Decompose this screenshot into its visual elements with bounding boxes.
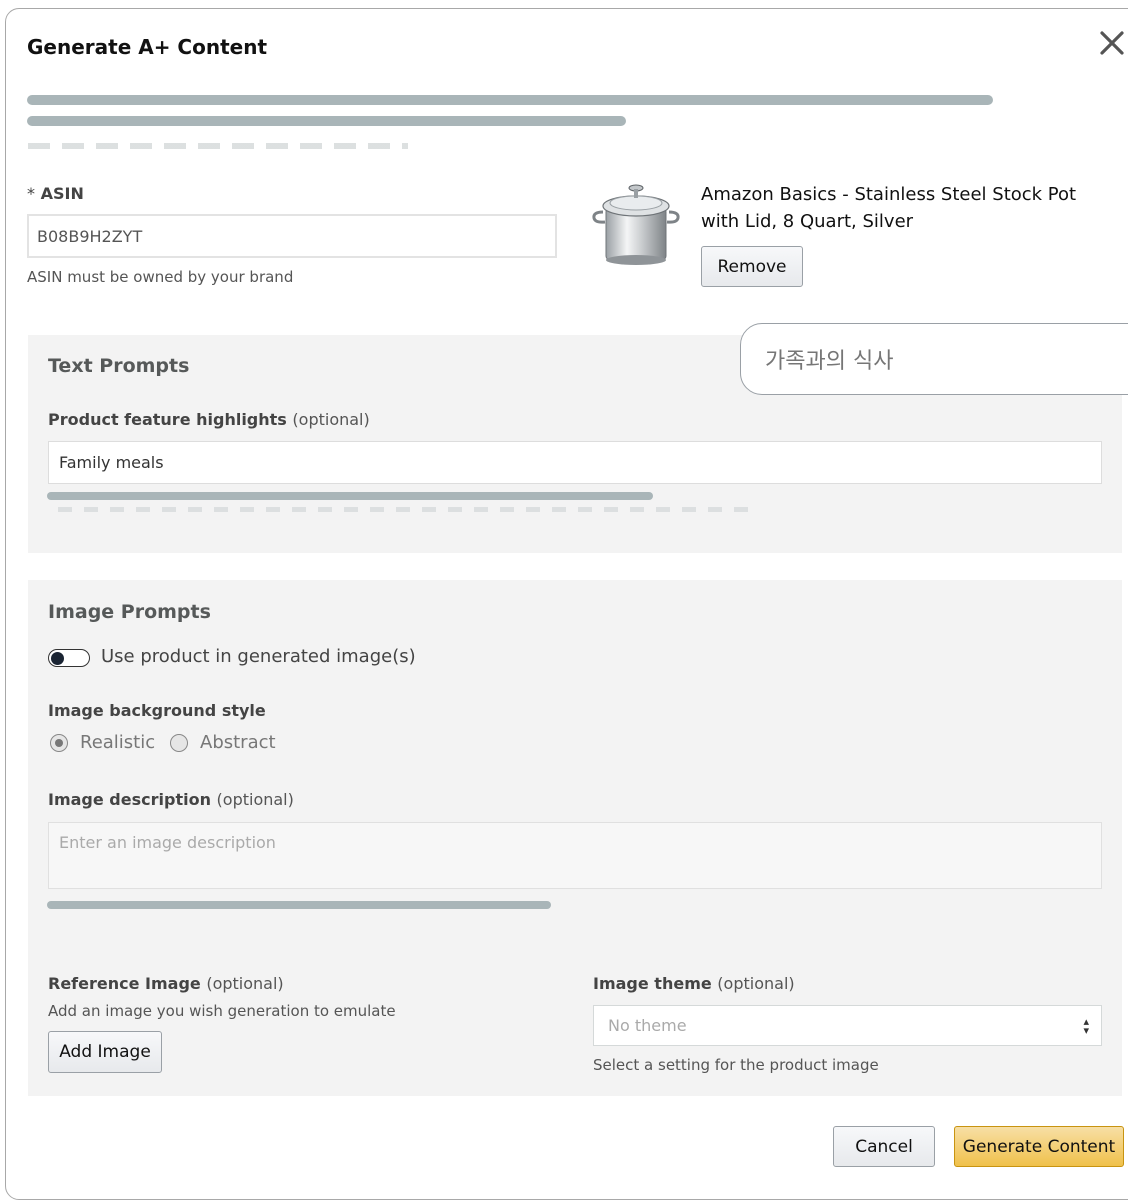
image-theme-optional: (optional) xyxy=(717,974,795,993)
description-placeholder-line-1 xyxy=(27,95,993,105)
reference-image-label-text: Reference Image xyxy=(48,974,201,993)
image-theme-label: Image theme (optional) xyxy=(593,974,795,993)
feature-help-placeholder-bar xyxy=(47,492,653,500)
select-caret-icon: ▴ ▾ xyxy=(1083,1015,1089,1037)
image-description-label-text: Image description xyxy=(48,790,211,809)
asin-help-text: ASIN must be owned by your brand xyxy=(27,268,294,286)
image-description-placeholder: Enter an image description xyxy=(59,833,276,852)
image-description-textarea[interactable]: Enter an image description xyxy=(48,822,1102,889)
description-faint-line xyxy=(28,143,408,149)
generate-content-button[interactable]: Generate Content xyxy=(954,1126,1124,1167)
image-theme-label-text: Image theme xyxy=(593,974,712,993)
feature-help-faint-line xyxy=(58,507,758,512)
text-prompts-title: Text Prompts xyxy=(48,355,190,377)
radio-abstract[interactable] xyxy=(170,734,188,752)
toggle-knob xyxy=(51,651,64,665)
use-product-toggle-label: Use product in generated image(s) xyxy=(101,646,416,667)
stock-pot-image xyxy=(592,184,680,265)
asin-input[interactable]: B08B9H2ZYT xyxy=(27,214,557,258)
reference-image-label: Reference Image (optional) xyxy=(48,974,284,993)
image-description-optional: (optional) xyxy=(216,790,294,809)
reference-image-help: Add an image you wish generation to emul… xyxy=(48,1002,396,1020)
feature-highlights-input[interactable]: Family meals xyxy=(48,441,1102,484)
background-style-label: Image background style xyxy=(48,701,266,720)
reference-image-optional: (optional) xyxy=(206,974,284,993)
remove-button[interactable]: Remove xyxy=(701,246,803,287)
description-help-placeholder-bar xyxy=(47,901,551,909)
feature-highlights-label-text: Product feature highlights xyxy=(48,410,287,429)
use-product-toggle[interactable] xyxy=(48,649,90,667)
cancel-button[interactable]: Cancel xyxy=(833,1126,935,1167)
dialog-title: Generate A+ Content xyxy=(27,35,268,59)
product-title: Amazon Basics - Stainless Steel Stock Po… xyxy=(701,184,1077,232)
image-theme-help: Select a setting for the product image xyxy=(593,1056,879,1074)
asin-required-mark: * xyxy=(27,184,35,203)
add-image-button[interactable]: Add Image xyxy=(48,1031,162,1073)
feature-highlights-label: Product feature highlights (optional) xyxy=(48,410,370,429)
image-description-label: Image description (optional) xyxy=(48,790,294,809)
translation-tooltip: 가족과의 식사 xyxy=(740,323,1128,395)
image-theme-select[interactable]: No theme ▴ ▾ xyxy=(593,1005,1102,1046)
asin-label-text: ASIN xyxy=(40,184,84,203)
radio-abstract-label[interactable]: Abstract xyxy=(200,732,276,753)
close-icon[interactable] xyxy=(1097,28,1127,58)
feature-highlights-value: Family meals xyxy=(59,453,164,472)
image-theme-value: No theme xyxy=(608,1016,687,1035)
radio-realistic-label[interactable]: Realistic xyxy=(80,732,155,753)
image-prompts-title: Image Prompts xyxy=(48,601,211,623)
description-placeholder-line-2 xyxy=(27,116,626,126)
radio-realistic[interactable] xyxy=(50,734,68,752)
feature-highlights-optional: (optional) xyxy=(292,410,370,429)
asin-input-value: B08B9H2ZYT xyxy=(37,226,143,246)
asin-label: * ASIN xyxy=(27,184,84,203)
